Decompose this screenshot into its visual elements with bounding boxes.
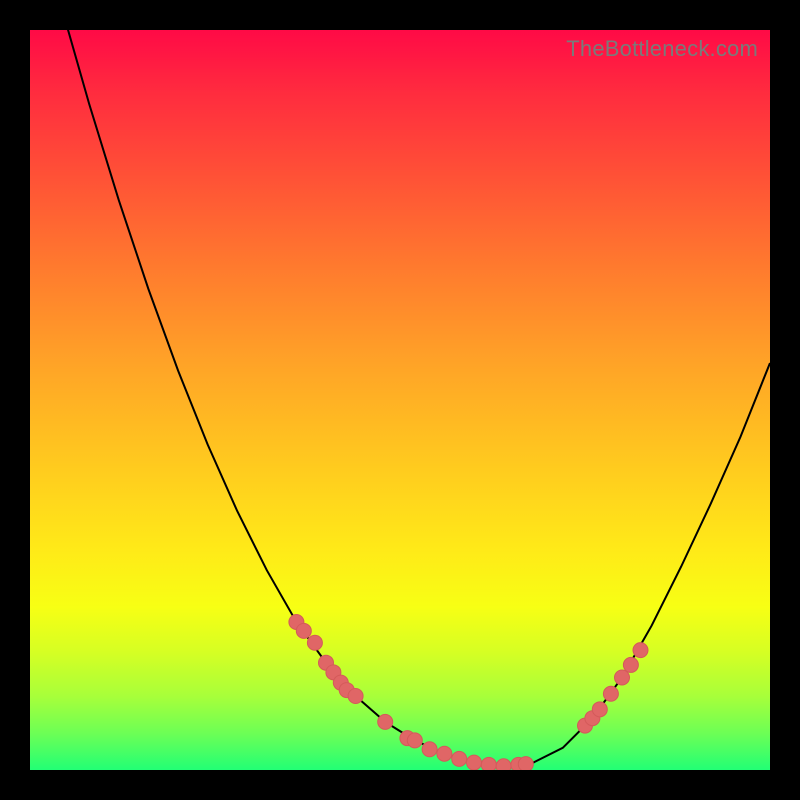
chart-svg [30, 30, 770, 770]
data-marker [452, 751, 467, 766]
data-marker [603, 686, 618, 701]
data-marker [407, 733, 422, 748]
data-marker [615, 670, 630, 685]
data-marker [623, 657, 638, 672]
data-marker [481, 757, 496, 770]
data-marker [307, 635, 322, 650]
plot-area: TheBottleneck.com [30, 30, 770, 770]
marker-group [289, 615, 648, 771]
data-marker [437, 746, 452, 761]
data-marker [496, 759, 511, 770]
data-marker [378, 714, 393, 729]
data-marker [467, 755, 482, 770]
data-marker [592, 702, 607, 717]
data-marker [422, 742, 437, 757]
chart-stage: TheBottleneck.com [0, 0, 800, 800]
data-marker [518, 757, 533, 770]
bottleneck-curve [30, 30, 770, 766]
data-marker [348, 689, 363, 704]
data-marker [296, 623, 311, 638]
data-marker [633, 643, 648, 658]
